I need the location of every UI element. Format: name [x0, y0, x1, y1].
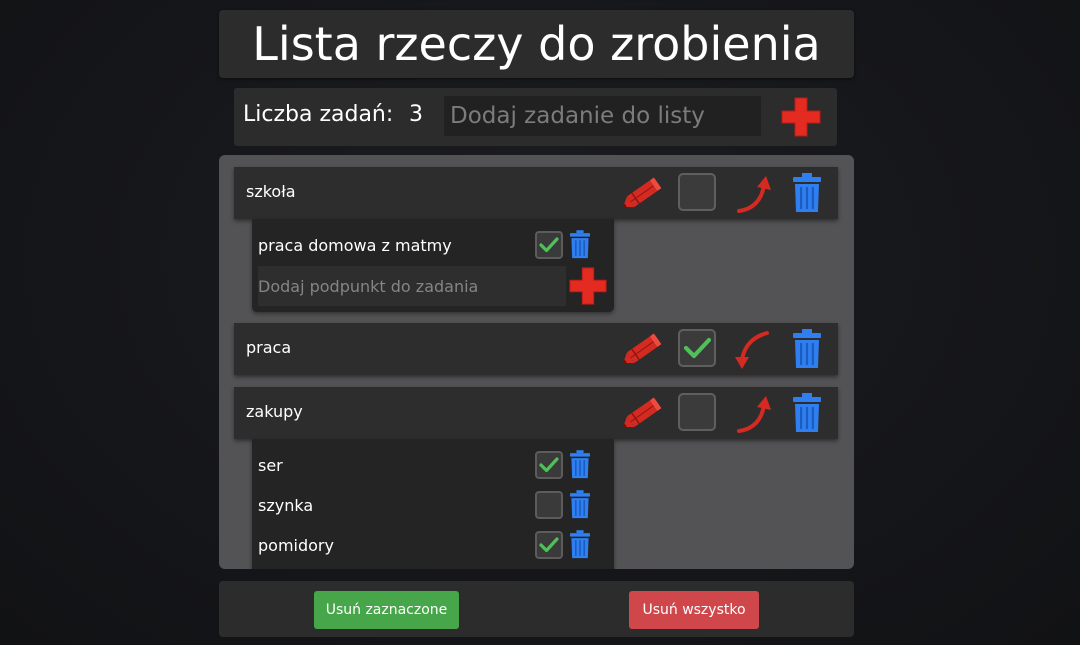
trash-icon [793, 329, 821, 368]
subtask-label: ser [258, 456, 283, 475]
subtask-item: ser [252, 445, 614, 485]
page-title: Lista rzeczy do zrobienia [252, 17, 821, 71]
subtask-label: szynka [258, 496, 314, 515]
checkmark-icon [683, 337, 712, 359]
delete-subtask-button[interactable] [570, 490, 590, 524]
subtask-checkbox[interactable] [535, 531, 563, 559]
footer-bar: Usuń zaznaczone Usuń wszystko [219, 581, 854, 637]
pencil-icon [623, 177, 662, 208]
add-task-bar: Liczba zadań: 3 [234, 88, 837, 146]
pencil-icon [623, 333, 662, 364]
task-count-label: Liczba zadań: [243, 102, 394, 127]
trash-icon [570, 230, 590, 259]
remove-checked-button[interactable]: Usuń zaznaczone [314, 591, 459, 629]
add-task-button[interactable] [780, 96, 822, 138]
delete-subtask-button[interactable] [570, 230, 590, 264]
task-done-checkbox[interactable] [678, 173, 716, 211]
remove-all-button[interactable]: Usuń wszystko [629, 591, 759, 629]
trash-icon [570, 490, 590, 519]
task-done-checkbox[interactable] [678, 393, 716, 431]
curved-arrow-up-icon [737, 396, 771, 433]
task-label: praca [246, 338, 292, 357]
move-task-button[interactable] [731, 329, 773, 376]
edit-task-button[interactable] [623, 330, 664, 373]
move-task-button[interactable] [734, 173, 776, 220]
task-count-value: 3 [409, 102, 423, 127]
checkmark-icon [539, 237, 559, 253]
plus-icon [569, 267, 607, 305]
title-box: Lista rzeczy do zrobienia [219, 10, 854, 78]
curved-arrow-down-icon [735, 331, 769, 369]
task-row-praca: praca [234, 323, 838, 375]
add-subtask-button[interactable] [568, 266, 608, 311]
delete-subtask-button[interactable] [570, 450, 590, 484]
trash-icon [570, 530, 590, 559]
trash-icon [793, 173, 821, 212]
delete-task-button[interactable] [793, 393, 821, 438]
subtask-item: praca domowa z matmy [252, 225, 614, 265]
delete-task-button[interactable] [793, 329, 821, 374]
subtask-panel-zakupy: ser szynka pomidory [252, 439, 614, 569]
edit-task-button[interactable] [623, 394, 664, 437]
subtask-item: szynka [252, 485, 614, 525]
subtask-item: pomidory [252, 525, 614, 565]
subtask-checkbox[interactable] [535, 451, 563, 479]
subtask-checkbox[interactable] [535, 491, 563, 519]
task-done-checkbox[interactable] [678, 329, 716, 367]
new-subtask-input[interactable] [258, 266, 566, 306]
task-row-szkola: szkoła [234, 167, 838, 219]
plus-icon [781, 97, 821, 137]
subtask-label: pomidory [258, 536, 334, 555]
trash-icon [793, 393, 821, 432]
task-label: szkoła [246, 182, 296, 201]
task-row-zakupy: zakupy [234, 387, 838, 439]
subtask-label: praca domowa z matmy [258, 236, 452, 255]
delete-subtask-button[interactable] [570, 530, 590, 564]
task-list-panel: szkoła praca domowa z matmy Dodaj podpun… [219, 155, 854, 569]
task-label: zakupy [246, 402, 303, 421]
trash-icon [570, 450, 590, 479]
checkmark-icon [539, 537, 559, 553]
move-task-button[interactable] [734, 393, 776, 440]
delete-task-button[interactable] [793, 173, 821, 218]
pencil-icon [623, 397, 662, 428]
checkmark-icon [539, 457, 559, 473]
subtask-panel-szkola: praca domowa z matmy [252, 219, 614, 312]
new-task-input[interactable] [444, 96, 761, 136]
subtask-checkbox[interactable] [535, 231, 563, 259]
edit-task-button[interactable] [623, 174, 664, 217]
curved-arrow-up-icon [737, 176, 771, 213]
